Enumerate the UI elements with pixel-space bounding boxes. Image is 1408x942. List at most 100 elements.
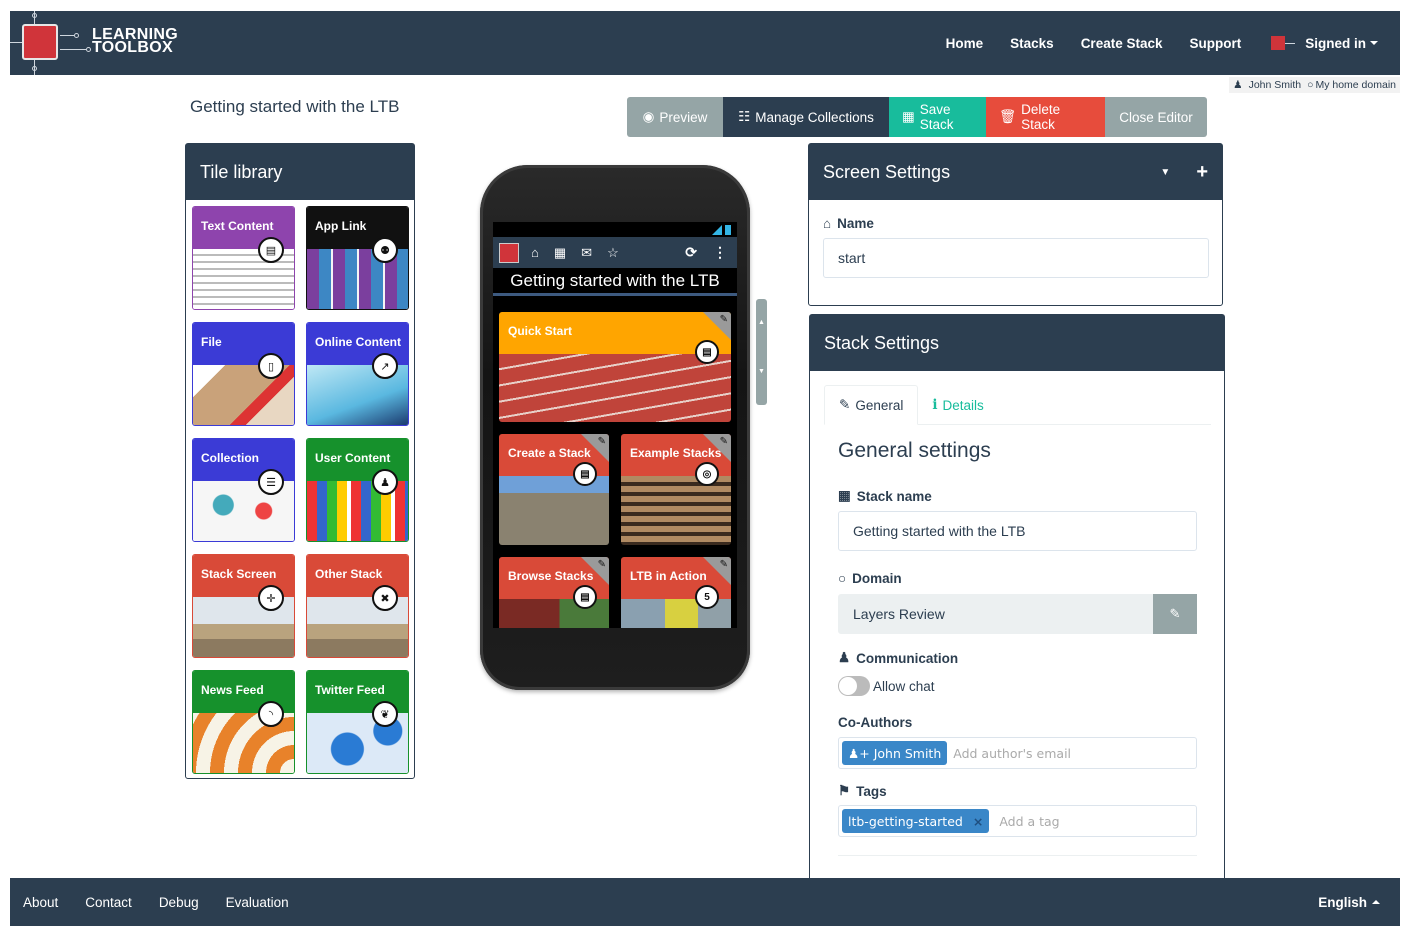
phone-tile-ltb-in-action[interactable]: LTB in Action ✎ 5 bbox=[621, 557, 731, 628]
user-name[interactable]: John Smith bbox=[1249, 79, 1302, 91]
edit-icon: ✎ bbox=[839, 397, 851, 412]
tile-grid: Text Content ▤ App Link ⚉ File ▯ Online Conten… bbox=[192, 206, 409, 774]
stack-settings-title: Stack Settings bbox=[824, 332, 940, 353]
caret-down-icon[interactable]: ▼ bbox=[1160, 167, 1170, 178]
tile-user-content[interactable]: User Content ♟ bbox=[306, 438, 409, 542]
save-stack-button[interactable]: ▦ Save Stack bbox=[889, 97, 986, 137]
phone-statusbar bbox=[493, 222, 737, 237]
remove-tag-icon[interactable]: × bbox=[973, 814, 983, 829]
edit-icon[interactable]: ✎ bbox=[720, 436, 728, 447]
language-dropdown[interactable]: English bbox=[1318, 878, 1380, 926]
rss-icon: ◝ bbox=[258, 701, 284, 727]
tile-library-panel: Tile library Text Content ▤ App Link ⚉ File ▯… bbox=[185, 143, 415, 779]
manage-label: Manage Collections bbox=[755, 109, 874, 125]
coauthor-name: John Smith bbox=[873, 745, 942, 761]
close-editor-button[interactable]: Close Editor bbox=[1105, 97, 1207, 137]
stack-settings-panel: Stack Settings ✎ General i Details Gener… bbox=[809, 314, 1225, 894]
tile-collection[interactable]: Collection ☰ bbox=[192, 438, 295, 542]
qrcode-icon[interactable]: ▦ bbox=[554, 245, 566, 261]
edit-domain-button[interactable]: ✎ bbox=[1153, 594, 1197, 634]
divider bbox=[838, 855, 1197, 856]
signed-in-dropdown[interactable]: Signed in bbox=[1271, 34, 1378, 52]
edit-icon[interactable]: ✎ bbox=[720, 314, 728, 325]
coauthors-input[interactable]: ♟+ John Smith Add author's email bbox=[838, 737, 1197, 769]
domain-label-text: Domain bbox=[852, 571, 902, 586]
editor-toolbar: ◉ Preview ☷ Manage Collections ▦ Save St… bbox=[627, 97, 1207, 137]
edit-icon[interactable]: ✎ bbox=[598, 559, 606, 570]
save-label: Save Stack bbox=[919, 102, 954, 132]
tile-label: Text Content bbox=[201, 219, 274, 233]
signed-in-label: Signed in bbox=[1305, 35, 1366, 51]
document-icon: ▤ bbox=[258, 237, 284, 263]
manage-collections-button[interactable]: ☷ Manage Collections bbox=[723, 97, 889, 137]
logo-line bbox=[60, 35, 74, 36]
tab-general[interactable]: ✎ General bbox=[824, 385, 919, 425]
tile-app-link[interactable]: App Link ⚉ bbox=[306, 206, 409, 310]
nav-home[interactable]: Home bbox=[946, 36, 984, 51]
nav-create-stack[interactable]: Create Stack bbox=[1081, 36, 1163, 51]
arrow-down-icon: ▼ bbox=[758, 368, 765, 375]
footer-about[interactable]: About bbox=[23, 895, 58, 910]
user-logo-icon bbox=[1271, 34, 1297, 52]
tile-news-feed[interactable]: News Feed ◝ bbox=[192, 670, 295, 774]
home-icon[interactable]: ⌂ bbox=[531, 245, 539, 260]
phone-tile-label: Quick Start bbox=[508, 324, 573, 338]
edit-icon: ✎ bbox=[1169, 606, 1181, 621]
phone-tile-example-stacks[interactable]: Example Stacks ✎ ◎ bbox=[621, 434, 731, 545]
tile-file[interactable]: File ▯ bbox=[192, 322, 295, 426]
trash-icon: 🗑 bbox=[999, 109, 1017, 124]
edit-icon[interactable]: ✎ bbox=[598, 436, 606, 447]
allow-chat-row: Allow chat bbox=[838, 676, 935, 696]
tile-label: News Feed bbox=[201, 683, 264, 697]
footer-debug[interactable]: Debug bbox=[159, 895, 199, 910]
tile-other-stack[interactable]: Other Stack ✖ bbox=[306, 554, 409, 658]
logo-dot bbox=[32, 66, 37, 71]
tile-image-pallets bbox=[621, 476, 731, 545]
coauthor-chip[interactable]: ♟+ John Smith bbox=[842, 741, 948, 765]
tag-chip[interactable]: ltb-getting-started × bbox=[842, 809, 990, 833]
ltb-logo[interactable]: LEARNING TOOLBOX bbox=[10, 11, 190, 75]
phone-tile-label: Create a Stack bbox=[508, 446, 591, 460]
envelope-icon[interactable]: ✉ bbox=[581, 245, 592, 261]
tile-stack-screen[interactable]: Stack Screen ✛ bbox=[192, 554, 295, 658]
domain-input: Layers Review bbox=[838, 594, 1153, 634]
plus-icon[interactable]: + bbox=[1196, 161, 1208, 184]
more-vertical-icon[interactable]: ⋮ bbox=[713, 244, 727, 261]
nav-support[interactable]: Support bbox=[1190, 36, 1242, 51]
edit-icon[interactable]: ✎ bbox=[720, 559, 728, 570]
nav-stacks[interactable]: Stacks bbox=[1010, 36, 1054, 51]
tile-label: Online Content bbox=[315, 335, 401, 349]
count-badge: 5 bbox=[695, 585, 719, 609]
screen-name-input[interactable]: start bbox=[823, 238, 1209, 278]
phone-tile-quick-start[interactable]: Quick Start ✎ ▤ bbox=[499, 312, 731, 422]
user-plus-icon: ♟+ bbox=[848, 745, 870, 761]
home-domain[interactable]: My home domain bbox=[1315, 79, 1396, 91]
footer-contact[interactable]: Contact bbox=[85, 895, 132, 910]
delete-stack-button[interactable]: 🗑 Delete Stack bbox=[986, 97, 1105, 137]
signal-icon bbox=[712, 224, 722, 235]
phone-scroll-handle[interactable]: ▲ ▼ bbox=[756, 299, 767, 405]
preview-button[interactable]: ◉ Preview bbox=[627, 97, 723, 137]
android-icon: ⚉ bbox=[372, 237, 398, 263]
footer-evaluation[interactable]: Evaluation bbox=[226, 895, 289, 910]
stack-name-input[interactable]: Getting started with the LTB bbox=[838, 511, 1197, 551]
tile-twitter-feed[interactable]: Twitter Feed ❦ bbox=[306, 670, 409, 774]
document-icon: ▤ bbox=[573, 462, 597, 486]
allow-chat-toggle[interactable] bbox=[838, 676, 870, 696]
tags-input[interactable]: ltb-getting-started × Add a tag bbox=[838, 805, 1197, 837]
phone-tile-browse-stacks[interactable]: Browse Stacks ✎ ▤ bbox=[499, 557, 609, 628]
tile-online-content[interactable]: Online Content ↗ bbox=[306, 322, 409, 426]
name-label-text: Name bbox=[837, 216, 874, 231]
screen-settings-header: Screen Settings ▼ + bbox=[809, 144, 1222, 200]
tile-text-content[interactable]: Text Content ▤ bbox=[192, 206, 295, 310]
phone-tile-create-a-stack[interactable]: Create a Stack ✎ ▤ bbox=[499, 434, 609, 545]
star-icon[interactable]: ☆ bbox=[607, 245, 619, 261]
tile-library-title: Tile library bbox=[200, 161, 283, 182]
move-icon: ✛ bbox=[258, 585, 284, 611]
phone-preview: ⌂ ▦ ✉ ☆ ⟳ ⋮ Getting started with the LTB… bbox=[480, 165, 750, 690]
grid-icon: ▦ bbox=[902, 109, 915, 124]
refresh-icon[interactable]: ⟳ bbox=[685, 244, 697, 261]
tab-details[interactable]: i Details bbox=[918, 385, 997, 425]
logo-dot bbox=[86, 47, 91, 52]
tab-details-label: Details bbox=[942, 397, 984, 413]
